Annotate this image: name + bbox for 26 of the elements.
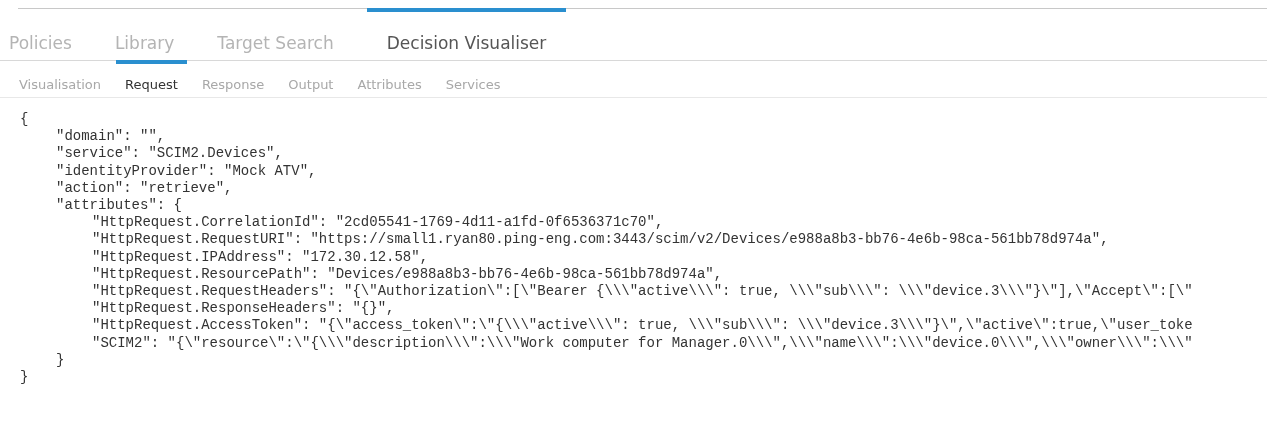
code-line: "domain": "", (56, 128, 166, 146)
code-line: "HttpRequest.ResponseHeaders": "{}", (92, 300, 395, 318)
code-line: "SCIM2": "{\"resource\":\"{\\\"description\\\":\\\"Work computer for Manager.0\\\",\\\"name\\\":\\\"device.0\\\",\\\"owner\\\":\\\" (92, 334, 1193, 352)
sub-tab[interactable]: Visualisation (10, 60, 111, 97)
sub-tab[interactable]: Attributes (348, 60, 431, 97)
code-line: "HttpRequest.AccessToken": "{\"access_token\":\"{\\\"active\\\": true, \\\"sub\\\": \\\"device.3\\\"}\",\"active\":true,\"user_toke (92, 317, 1193, 335)
code-line: "HttpRequest.IPAddress": "172.30.12.58", (92, 248, 429, 266)
code-line: "service": "SCIM2.Devices", (56, 145, 283, 163)
code-line: "HttpRequest.ResourcePath": "Devices/e988a8b3-bb76-4e6b-98ca-561bb78d974a", (92, 265, 723, 284)
code-line: } (20, 369, 29, 387)
code-line: "HttpRequest.RequestHeaders": "{\"Authorization\":[\"Bearer {\\\"active\\\": true, \\\"sub\\\": \\\"device.3\\\"}\"],\"Accept\":[\" (92, 283, 1193, 301)
sub-tab[interactable]: Response (192, 60, 274, 97)
nav-tab[interactable]: Target Search (207, 8, 344, 60)
code-line: "HttpRequest.CorrelationId": "2cd05541-1769-4d11-a1fd-0f6536371c70", (92, 214, 664, 232)
sub-tab[interactable]: Services (436, 60, 510, 97)
code-line: "identityProvider": "Mock ATV", (56, 162, 317, 180)
nav-tab[interactable]: Policies (0, 8, 82, 60)
code-line: "action": "retrieve", (56, 179, 233, 197)
nav-tab[interactable]: Library (104, 8, 185, 60)
sub-tab[interactable]: Output (279, 60, 343, 97)
code-line: "attributes": { (56, 197, 183, 215)
sub-tab[interactable]: Request (116, 60, 187, 97)
code-line: } (56, 351, 65, 370)
code-line: { (20, 111, 29, 129)
nav-tab[interactable]: Decision Visualiser (366, 8, 567, 60)
code-line: "HttpRequest.RequestURI": "https://small1.ryan80.ping-eng.com:3443/scim/v2/Devices/e988a8b3-bb76-4e6b-98ca-561bb78d974a", (92, 231, 1109, 249)
